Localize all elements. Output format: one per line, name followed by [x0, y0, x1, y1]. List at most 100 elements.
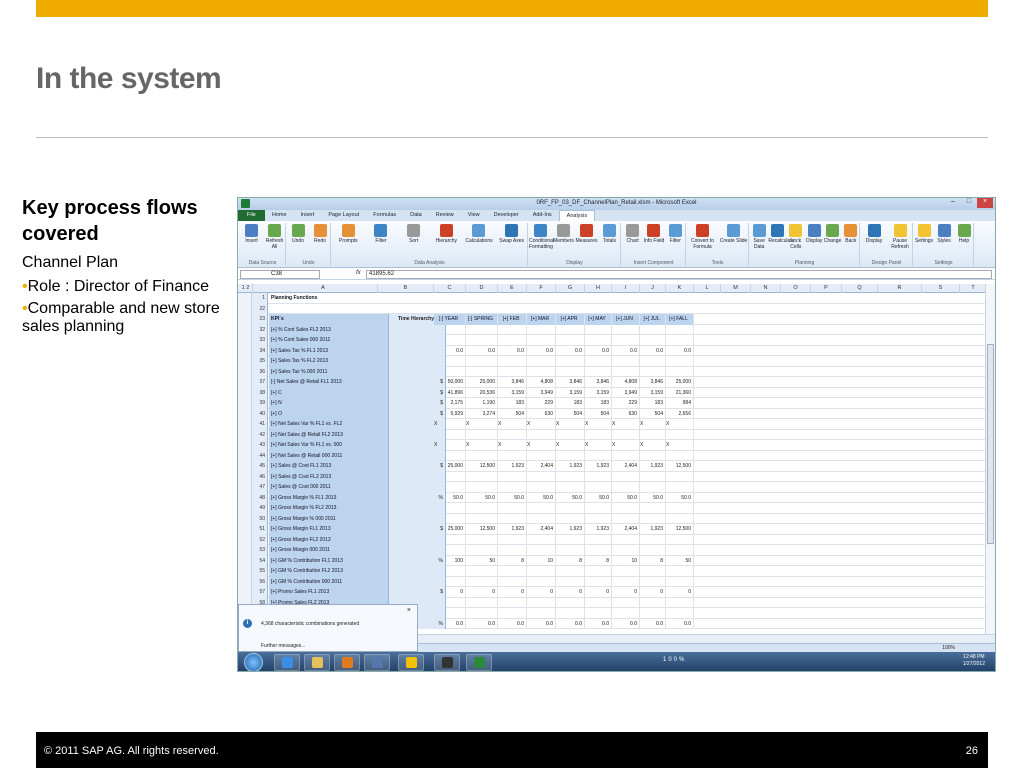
value-cell[interactable] [466, 534, 498, 545]
tab-home[interactable]: Home [265, 210, 294, 221]
value-cell[interactable] [434, 482, 466, 493]
value-cell[interactable] [466, 324, 498, 335]
value-cell[interactable]: 229 [527, 398, 556, 409]
value-cell[interactable]: 1,923 [556, 461, 585, 472]
value-cell[interactable]: 0.0 [556, 345, 585, 356]
value-cell[interactable] [556, 366, 585, 377]
value-cell[interactable] [466, 545, 498, 556]
value-cell[interactable]: 984 [666, 398, 694, 409]
value-cell[interactable] [556, 335, 585, 346]
close-icon[interactable]: × [977, 198, 993, 208]
value-cell[interactable]: 8 [640, 555, 666, 566]
row-number[interactable]: 33 [252, 335, 268, 346]
value-cell[interactable]: 0.0 [498, 345, 527, 356]
kpi-label[interactable]: [+] Sales @ Cost 000 2011 [269, 482, 389, 493]
row-number[interactable]: 40 [252, 408, 268, 419]
value-cell[interactable] [527, 335, 556, 346]
value-cell[interactable]: X [434, 440, 466, 451]
value-cell[interactable] [527, 450, 556, 461]
value-cell[interactable]: 10 [527, 555, 556, 566]
value-cell[interactable] [434, 513, 466, 524]
value-cell[interactable] [612, 503, 640, 514]
value-cell[interactable] [585, 534, 612, 545]
value-cell[interactable]: 183 [556, 398, 585, 409]
value-cell[interactable]: 0 [434, 587, 466, 598]
value-cell[interactable]: 183 [498, 398, 527, 409]
value-cell[interactable] [666, 566, 694, 577]
value-cell[interactable] [585, 482, 612, 493]
value-cell[interactable] [498, 335, 527, 346]
value-cell[interactable]: 50.0 [585, 492, 612, 503]
row-number[interactable]: 46 [252, 471, 268, 482]
value-cell[interactable]: X [556, 440, 585, 451]
column-header[interactable]: K [666, 284, 694, 293]
value-cell[interactable] [612, 450, 640, 461]
tab-insert[interactable]: Insert [294, 210, 322, 221]
value-cell[interactable] [585, 335, 612, 346]
value-cell[interactable]: 25,000 [434, 461, 466, 472]
column-header[interactable]: P [811, 284, 842, 293]
value-cell[interactable] [612, 366, 640, 377]
kpi-label[interactable]: [+] GM % Contribution FL2 2013 [269, 566, 389, 577]
value-cell[interactable] [498, 513, 527, 524]
value-cell[interactable]: 0.0 [466, 345, 498, 356]
column-header[interactable]: O [781, 284, 811, 293]
value-cell[interactable] [612, 356, 640, 367]
value-cell[interactable]: 0 [666, 587, 694, 598]
value-cell[interactable]: 0.0 [498, 618, 527, 629]
ribbon-button[interactable]: Create Slide [718, 224, 749, 244]
kpi-label[interactable]: [+] Net Sales @ Retail FL2 2013 [269, 429, 389, 440]
value-cell[interactable] [585, 450, 612, 461]
row-number[interactable]: 37 [252, 377, 268, 388]
kpi-label[interactable]: [+] Gross Margin 000 2011 [269, 545, 389, 556]
value-cell[interactable]: 1,923 [556, 524, 585, 535]
row-number[interactable]: 42 [252, 429, 268, 440]
value-cell[interactable] [434, 366, 466, 377]
value-cell[interactable]: 50.0 [466, 492, 498, 503]
kpi-label[interactable]: [+] Gross Margin % FL1 2013 [269, 492, 389, 503]
value-cell[interactable]: 630 [612, 408, 640, 419]
ribbon-button[interactable]: Calculations [463, 224, 496, 244]
value-cell[interactable]: 0.0 [612, 345, 640, 356]
ribbon-button[interactable]: Hierarchy [430, 224, 463, 244]
value-cell[interactable] [666, 335, 694, 346]
value-cell[interactable] [498, 545, 527, 556]
horizontal-scrollbar[interactable] [418, 634, 995, 643]
column-header[interactable]: S [922, 284, 960, 293]
ribbon-button[interactable]: Settings [914, 224, 934, 244]
value-cell[interactable]: 0.0 [640, 618, 666, 629]
value-cell[interactable] [466, 366, 498, 377]
value-cell[interactable] [466, 597, 498, 608]
value-cell[interactable] [556, 503, 585, 514]
period-header[interactable]: [+] JUL [640, 314, 666, 325]
value-cell[interactable]: 183 [585, 398, 612, 409]
value-cell[interactable]: 0.0 [612, 618, 640, 629]
value-cell[interactable]: X [498, 440, 527, 451]
value-cell[interactable]: 1,923 [640, 461, 666, 472]
value-cell[interactable] [640, 608, 666, 619]
value-cell[interactable] [612, 576, 640, 587]
value-cell[interactable] [556, 482, 585, 493]
row-number[interactable]: 38 [252, 387, 268, 398]
row-number[interactable]: 36 [252, 366, 268, 377]
tab-developer[interactable]: Developer [487, 210, 526, 221]
value-cell[interactable] [585, 356, 612, 367]
value-cell[interactable]: 0 [498, 587, 527, 598]
kpi-label[interactable]: [+] Gross Margin FL2 2013 [269, 534, 389, 545]
value-cell[interactable] [527, 324, 556, 335]
column-header[interactable]: D [466, 284, 498, 293]
excel-taskbar-icon[interactable] [466, 654, 492, 671]
value-cell[interactable] [640, 566, 666, 577]
kpi-label[interactable]: [-] Net Sales @ Retail FL1 2013 [269, 377, 389, 388]
value-cell[interactable] [498, 471, 527, 482]
value-cell[interactable] [585, 366, 612, 377]
tab-file[interactable]: File [238, 210, 265, 221]
value-cell[interactable]: X [527, 440, 556, 451]
folder-icon[interactable] [304, 654, 330, 671]
value-cell[interactable]: 0 [585, 587, 612, 598]
value-cell[interactable] [556, 471, 585, 482]
value-cell[interactable] [640, 335, 666, 346]
value-cell[interactable]: 3,846 [498, 377, 527, 388]
ribbon-button[interactable]: Save Data [750, 224, 768, 250]
ribbon-button[interactable]: Insert [240, 224, 263, 244]
